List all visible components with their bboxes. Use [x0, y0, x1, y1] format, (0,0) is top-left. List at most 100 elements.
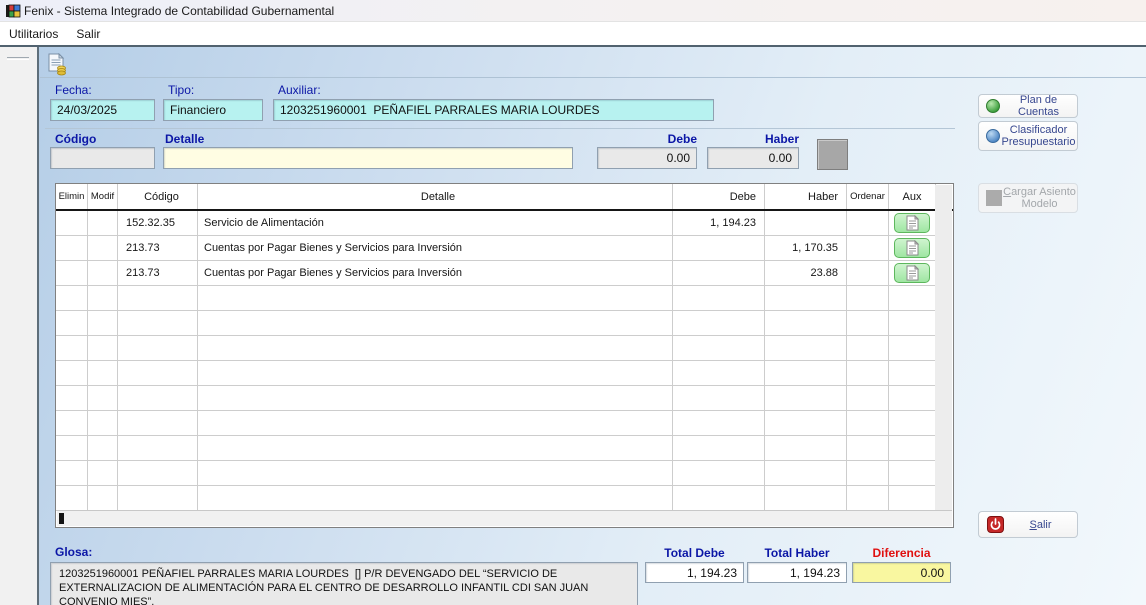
- grid-cell-codigo: [118, 336, 198, 361]
- grid-header-debe: Debe: [673, 184, 765, 209]
- detalle-input[interactable]: [163, 147, 573, 169]
- grid-cell-haber[interactable]: [765, 211, 847, 236]
- grid-header-row: EliminModifCódigoDetalleDebeHaberOrdenar…: [56, 184, 953, 211]
- grid-cell-codigo: [118, 286, 198, 311]
- grid-cell-debe[interactable]: [673, 236, 765, 261]
- grid-row: 213.73Cuentas por Pagar Bienes y Servici…: [56, 261, 953, 286]
- clasificador-label: ClasificadorPresupuestario: [1000, 124, 1077, 148]
- salir-button[interactable]: Salir: [978, 511, 1078, 538]
- journal-document-icon[interactable]: [47, 53, 68, 76]
- grid-cell-debe: [673, 436, 765, 461]
- tipo-input[interactable]: Financiero: [163, 99, 263, 121]
- blue-sphere-icon: [986, 129, 1000, 143]
- grid-cell-aux: [889, 361, 936, 386]
- grid-cell-aux: [889, 311, 936, 336]
- grid-cell-elimin[interactable]: [56, 236, 88, 261]
- grid-cell-debe[interactable]: [673, 261, 765, 286]
- title-bar: Fenix - Sistema Integrado de Contabilida…: [0, 0, 1146, 22]
- grid-cell-debe: [673, 311, 765, 336]
- grid-cell-modif: [88, 361, 118, 386]
- grid-cell-detalle: [198, 411, 673, 436]
- grid-row: [56, 436, 953, 461]
- auxiliar-label: Auxiliar:: [278, 83, 321, 97]
- debe-input[interactable]: 0.00: [597, 147, 697, 169]
- diferencia-label: Diferencia: [852, 546, 951, 561]
- grid-header-modif: Modif: [88, 184, 118, 209]
- aux-document-icon: [906, 265, 919, 281]
- grid-cell-elimin: [56, 486, 88, 511]
- form-separator: [45, 128, 955, 129]
- grid-cell-codigo[interactable]: 152.32.35: [118, 211, 198, 236]
- grid-cell-elimin: [56, 336, 88, 361]
- grid-cell-haber[interactable]: 1, 170.35: [765, 236, 847, 261]
- fecha-input[interactable]: 24/03/2025: [50, 99, 155, 121]
- grid-cell-codigo[interactable]: 213.73: [118, 236, 198, 261]
- plan-de-cuentas-label: Plan de Cuentas: [1000, 94, 1077, 118]
- grid-cell-modif: [88, 311, 118, 336]
- grid-row: 152.32.35Servicio de Alimentación1, 194.…: [56, 211, 953, 236]
- grid-cell-codigo: [118, 411, 198, 436]
- grid-horizontal-scrollbar[interactable]: [57, 510, 952, 526]
- codigo-input[interactable]: [50, 147, 155, 169]
- clasificador-presupuestario-button[interactable]: ClasificadorPresupuestario: [978, 121, 1078, 151]
- grid-cell-modif: [88, 486, 118, 511]
- grid-vertical-scrollbar[interactable]: [935, 185, 952, 510]
- grid-cell-haber: [765, 311, 847, 336]
- menu-item-salir[interactable]: Salir: [67, 24, 109, 44]
- grid-cell-modif[interactable]: [88, 211, 118, 236]
- grid-cell-modif: [88, 411, 118, 436]
- menu-item-utilitarios[interactable]: Utilitarios: [0, 24, 67, 44]
- grid-cell-modif[interactable]: [88, 236, 118, 261]
- grid-row: [56, 411, 953, 436]
- aux-button[interactable]: [894, 263, 930, 283]
- grid-cell-ordenar: [847, 436, 889, 461]
- grid-cell-haber: [765, 461, 847, 486]
- grid-cell-elimin[interactable]: [56, 261, 88, 286]
- grid-cell-debe: [673, 361, 765, 386]
- grid-cell-detalle[interactable]: Cuentas por Pagar Bienes y Servicios par…: [198, 261, 673, 286]
- grid-header-codigo: Código: [118, 184, 198, 209]
- total-haber-value: 1, 194.23: [747, 562, 847, 583]
- grid-cell-haber: [765, 286, 847, 311]
- auxiliar-input[interactable]: 1203251960001 PEÑAFIEL PARRALES MARIA LO…: [273, 99, 714, 121]
- grid-cell-haber: [765, 386, 847, 411]
- haber-input[interactable]: 0.00: [707, 147, 799, 169]
- grid-cell-ordenar: [847, 311, 889, 336]
- grid-cell-detalle[interactable]: Cuentas por Pagar Bienes y Servicios par…: [198, 236, 673, 261]
- grid-cell-ordenar[interactable]: [847, 211, 889, 236]
- grid-cell-debe[interactable]: 1, 194.23: [673, 211, 765, 236]
- grid-cell-detalle[interactable]: Servicio de Alimentación: [198, 211, 673, 236]
- aux-button[interactable]: [894, 238, 930, 258]
- grid-cell-aux: [889, 286, 936, 311]
- add-entry-button[interactable]: [817, 139, 848, 170]
- grid-cell-debe: [673, 411, 765, 436]
- plan-de-cuentas-button[interactable]: Plan de Cuentas: [978, 94, 1078, 118]
- grid-cell-haber[interactable]: 23.88: [765, 261, 847, 286]
- grid-cell-ordenar[interactable]: [847, 236, 889, 261]
- splitter-grip[interactable]: [7, 57, 29, 60]
- grid-cell-aux[interactable]: [889, 236, 936, 261]
- aux-button[interactable]: [894, 213, 930, 233]
- grid-cell-detalle: [198, 436, 673, 461]
- grid-cell-aux[interactable]: [889, 261, 936, 286]
- app-window: Fenix - Sistema Integrado de Contabilida…: [0, 0, 1146, 605]
- grid-cell-debe: [673, 486, 765, 511]
- green-sphere-icon: [986, 99, 1000, 113]
- haber-label: Haber: [707, 132, 799, 146]
- gray-box-icon: [986, 190, 1002, 206]
- diferencia-value: 0.00: [852, 562, 951, 583]
- grid-cell-codigo[interactable]: 213.73: [118, 261, 198, 286]
- grid-cell-haber: [765, 436, 847, 461]
- grid-cell-ordenar[interactable]: [847, 261, 889, 286]
- grid-body: 152.32.35Servicio de Alimentación1, 194.…: [56, 211, 953, 511]
- grid-cell-codigo: [118, 461, 198, 486]
- aux-document-icon: [906, 240, 919, 256]
- grid-cell-codigo: [118, 311, 198, 336]
- scrollbar-thumb[interactable]: [59, 513, 64, 524]
- glosa-textarea[interactable]: 1203251960001 PEÑAFIEL PARRALES MARIA LO…: [50, 562, 638, 605]
- grid-cell-modif[interactable]: [88, 261, 118, 286]
- grid-cell-elimin[interactable]: [56, 211, 88, 236]
- grid-cell-aux[interactable]: [889, 211, 936, 236]
- grid-row: [56, 386, 953, 411]
- grid-cell-haber: [765, 336, 847, 361]
